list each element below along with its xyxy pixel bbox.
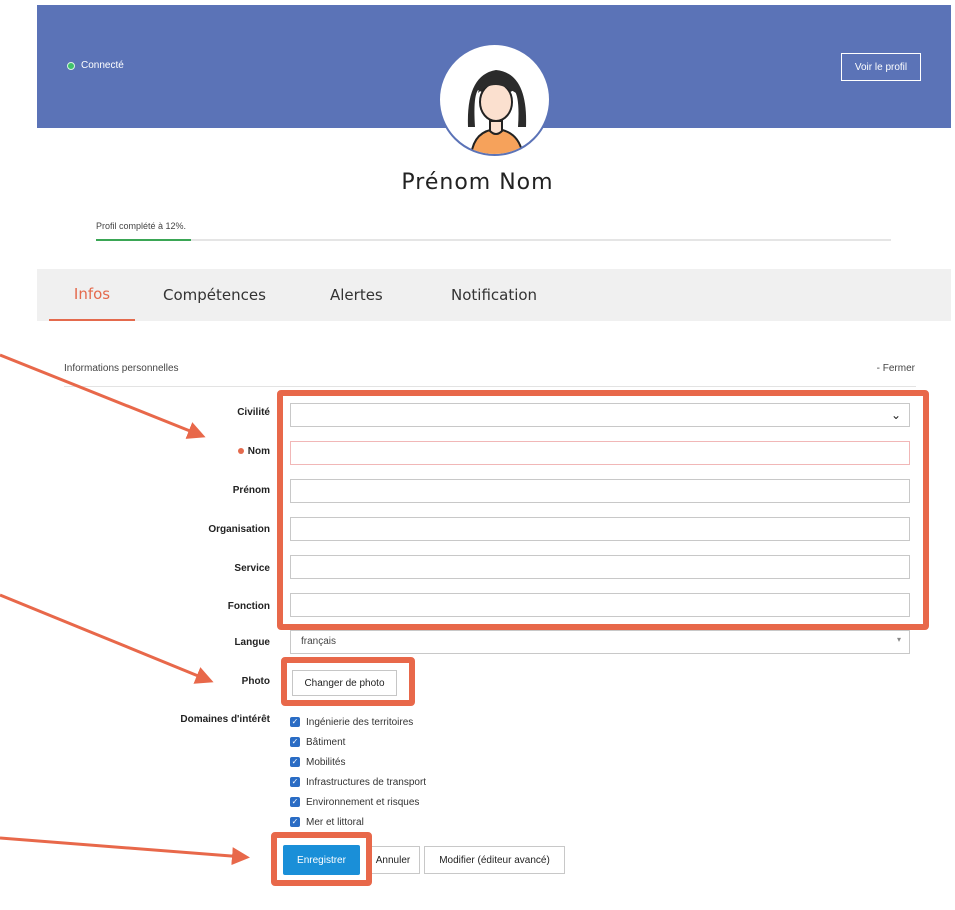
- arrow-to-photo: [0, 593, 214, 684]
- arrow-to-fields: [0, 353, 206, 439]
- annotation-arrows: [0, 353, 250, 866]
- arrow-to-save: [0, 836, 250, 866]
